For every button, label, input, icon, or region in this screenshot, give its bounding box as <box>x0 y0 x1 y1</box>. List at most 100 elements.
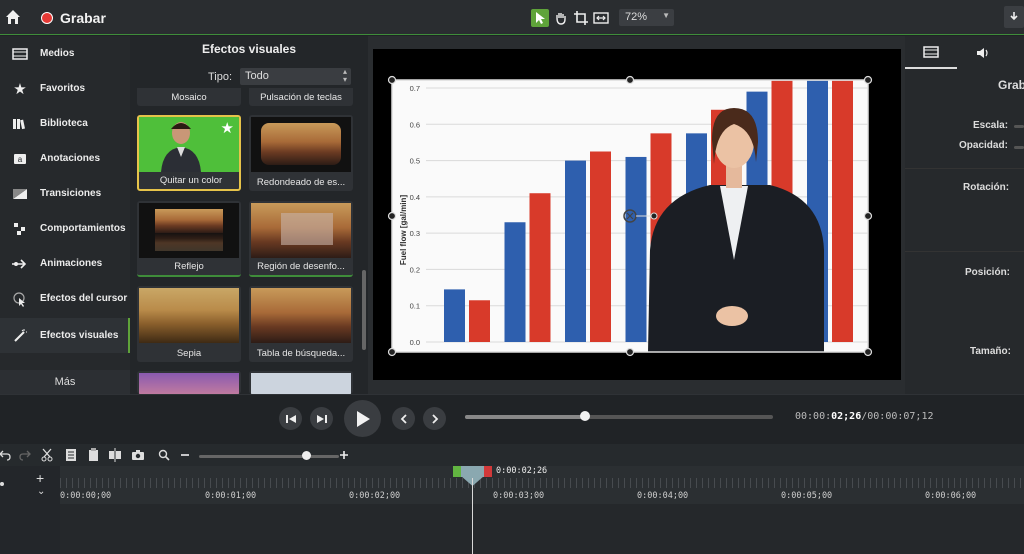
next-button[interactable] <box>423 407 446 430</box>
star-icon: ★ <box>13 80 27 98</box>
sidebar-item-label: Medios <box>40 48 75 59</box>
opacity-slider[interactable] <box>1014 146 1024 149</box>
tile-caption: Quitar un color <box>159 175 223 186</box>
tab-visual-properties[interactable] <box>905 36 957 69</box>
sidebar-item-label: Efectos del cursor <box>40 293 128 304</box>
annotation-icon: a <box>0 153 40 165</box>
effect-tile-tabla-busqueda[interactable]: Tabla de búsqueda... <box>249 286 353 362</box>
transition-icon <box>0 188 40 200</box>
effect-tile-sepia[interactable]: Sepia <box>137 286 241 362</box>
timecode: 00:00:02;26/00:00:07;12 <box>795 411 933 422</box>
rotation-handle-icon[interactable] <box>623 209 658 223</box>
thumbnail <box>251 203 351 258</box>
wand-icon <box>0 328 40 344</box>
crop-tool-icon[interactable] <box>572 9 590 27</box>
position-label: Posición: <box>965 267 1011 278</box>
type-value: Todo <box>245 70 269 82</box>
scrubber-handle[interactable] <box>580 411 590 421</box>
add-track-icon[interactable]: + <box>36 470 44 486</box>
playback-scrubber[interactable] <box>465 415 773 419</box>
divider <box>905 251 1024 252</box>
redo-icon[interactable] <box>18 448 32 462</box>
copy-icon[interactable] <box>64 448 78 462</box>
track-dot-icon <box>0 482 4 486</box>
playhead-out-handle[interactable] <box>484 466 492 477</box>
playhead-line <box>472 478 473 554</box>
timeline-tracks[interactable] <box>60 504 1024 554</box>
timeline-zoom-slider[interactable] <box>199 455 339 458</box>
effect-tile-reflejo[interactable]: Reflejo <box>137 201 241 277</box>
timeline-zoom-handle[interactable] <box>302 451 311 460</box>
effect-tile-pulsacion[interactable]: Pulsación de teclas <box>249 88 353 106</box>
sidebar-item-efectos-visuales[interactable]: Efectos visuales <box>0 318 130 353</box>
previous-button[interactable] <box>392 407 415 430</box>
record-icon[interactable] <box>41 12 53 24</box>
behaviors-icon <box>0 222 40 236</box>
zoom-icon[interactable] <box>157 448 171 462</box>
sidebar-item-label: Comportamientos <box>40 223 126 234</box>
opacity-label: Opacidad: <box>959 140 1008 151</box>
type-select[interactable]: Todo ▴ ▾ <box>240 68 351 85</box>
effect-tile-partial[interactable] <box>249 371 353 394</box>
ruler-tick-label: 0:00:02;00 <box>349 491 401 501</box>
step-forward-button[interactable] <box>310 407 333 430</box>
chevron-right-icon <box>431 413 438 424</box>
split-icon[interactable] <box>108 448 122 462</box>
chevron-down-icon[interactable]: ⌄ <box>37 486 45 497</box>
record-button[interactable]: Grabar <box>60 10 106 26</box>
effects-scrollbar[interactable] <box>362 270 366 350</box>
zoom-select[interactable]: 72% ▼ <box>619 9 674 26</box>
tile-caption: Región de desenfo... <box>257 261 345 272</box>
tab-audio-properties[interactable] <box>957 36 1009 69</box>
effect-tile-partial[interactable] <box>137 371 241 394</box>
sidebar-item-biblioteca[interactable]: Biblioteca <box>0 106 130 141</box>
sidebar-item-favoritos[interactable]: ★ Favoritos <box>0 71 130 106</box>
sidebar-item-label: Anotaciones <box>40 153 101 164</box>
current-time-prefix: 00:00: <box>795 411 832 422</box>
undo-icon[interactable] <box>0 448 12 462</box>
sidebar-item-label: Favoritos <box>40 83 86 94</box>
sidebar-item-anotaciones[interactable]: a Anotaciones <box>0 141 130 176</box>
ruler-tick-label: 0:00:05;00 <box>781 491 833 501</box>
film-icon <box>923 45 939 58</box>
star-icon[interactable]: ★ <box>221 119 234 137</box>
zoom-in-icon[interactable] <box>337 448 351 462</box>
camera-icon[interactable] <box>131 448 145 462</box>
effect-tile-redondeado[interactable]: Redondeado de es... <box>249 115 353 191</box>
selection-frame[interactable] <box>386 74 874 358</box>
scale-slider[interactable] <box>1014 125 1024 128</box>
type-label: Tipo: <box>208 71 233 83</box>
divider <box>905 168 1024 169</box>
ruler-tick-label: 0:00:00;00 <box>60 491 112 501</box>
sidebar-item-efectos-cursor[interactable]: Efectos del cursor <box>0 281 130 316</box>
ruler-tick-label: 0:00:03;00 <box>493 491 545 501</box>
sidebar-item-animaciones[interactable]: Animaciones <box>0 246 130 281</box>
effect-tile-mosaico[interactable]: Mosaico <box>137 88 241 106</box>
select-tool-icon[interactable] <box>531 9 549 27</box>
pan-zoom-tool-icon[interactable] <box>592 9 610 27</box>
playhead-in-handle[interactable] <box>453 466 461 477</box>
home-icon[interactable] <box>4 8 22 26</box>
thumbnail <box>251 373 351 394</box>
hand-tool-icon[interactable] <box>552 9 570 27</box>
more-button[interactable]: Más <box>0 370 130 394</box>
svg-text:a: a <box>18 155 23 164</box>
download-icon[interactable] <box>1004 6 1024 28</box>
zoom-out-icon[interactable] <box>178 448 192 462</box>
effect-tile-quitar-color[interactable]: ★ Quitar un color <box>137 115 241 191</box>
sidebar-item-transiciones[interactable]: Transiciones <box>0 176 130 211</box>
paste-icon[interactable] <box>86 448 100 462</box>
properties-header: Grab <box>998 78 1024 92</box>
play-button[interactable] <box>344 400 381 437</box>
speaker-icon <box>977 47 988 58</box>
effect-tile-desenfoque[interactable]: Región de desenfo... <box>249 201 353 277</box>
sidebar-item-medios[interactable]: Medios <box>0 36 130 71</box>
timeline-toolbar <box>0 444 1024 466</box>
rotation-label: Rotación: <box>963 182 1010 193</box>
tile-caption: Sepia <box>176 348 202 359</box>
sidebar-item-comportamientos[interactable]: Comportamientos <box>0 211 130 246</box>
cut-icon[interactable] <box>40 448 54 462</box>
top-toolbar <box>0 0 1024 35</box>
step-back-button[interactable] <box>279 407 302 430</box>
ruler-tick-label: 0:00:01;00 <box>205 491 257 501</box>
